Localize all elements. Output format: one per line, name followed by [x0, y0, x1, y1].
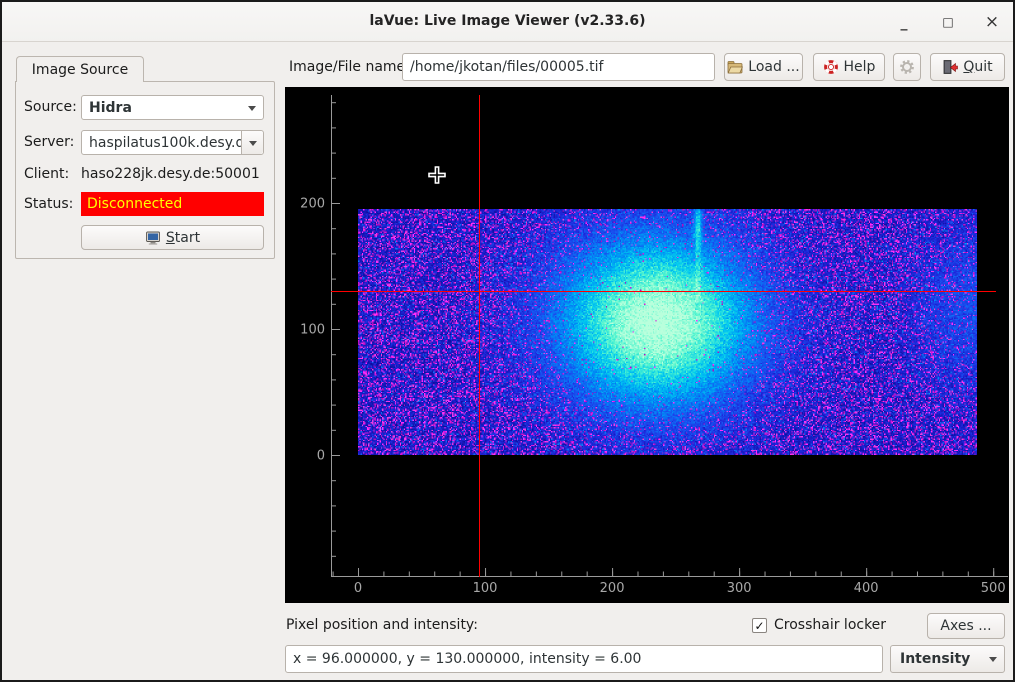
- client-label: Client:: [24, 166, 69, 182]
- minimize-button[interactable]: _: [895, 13, 913, 31]
- svg-text:0: 0: [354, 581, 362, 596]
- detector-image[interactable]: [358, 209, 977, 455]
- svg-text:200: 200: [300, 197, 325, 212]
- source-combobox[interactable]: Hidra: [81, 95, 264, 120]
- gear-icon: [899, 59, 915, 75]
- window-title: laVue: Live Image Viewer (v2.33.6): [2, 13, 1013, 29]
- status-label: Status:: [24, 196, 73, 212]
- svg-text:400: 400: [854, 581, 879, 596]
- svg-text:500: 500: [981, 581, 1006, 596]
- pixel-position-label: Pixel position and intensity:: [286, 617, 478, 633]
- image-source-panel: Source: Hidra Server: haspilatus100k.des…: [15, 81, 275, 259]
- file-name-label: Image/File name:: [289, 59, 410, 75]
- svg-text:100: 100: [300, 323, 325, 338]
- start-button-label: Start: [166, 230, 200, 246]
- check-icon: ✓: [754, 619, 764, 633]
- source-label: Source:: [24, 99, 77, 115]
- server-selected-value: haspilatus100k.desy.de: [82, 135, 241, 151]
- help-button-label: Help: [844, 59, 876, 75]
- chevron-down-icon: [982, 646, 1004, 672]
- start-button[interactable]: Start: [81, 225, 264, 250]
- quit-button-label: Quit: [963, 59, 992, 75]
- quit-button[interactable]: Quit: [930, 53, 1005, 81]
- svg-text:300: 300: [727, 581, 752, 596]
- window-controls: _ □ ×: [895, 2, 1001, 42]
- server-label: Server:: [24, 134, 74, 150]
- source-selected-value: Hidra: [82, 100, 241, 116]
- lifebuoy-help-icon: [823, 59, 839, 75]
- chevron-down-icon: [241, 96, 263, 119]
- svg-text:0: 0: [317, 449, 325, 464]
- load-button-label: Load ...: [748, 59, 799, 75]
- quit-door-icon: [942, 59, 958, 75]
- crosshair-locker-label: Crosshair locker: [774, 617, 886, 633]
- chevron-down-icon[interactable]: [241, 131, 263, 154]
- app-window: laVue: Live Image Viewer (v2.33.6) _ □ ×…: [0, 0, 1015, 682]
- intensity-selected-value: Intensity: [891, 651, 982, 667]
- load-button[interactable]: Load ...: [724, 53, 803, 81]
- pixel-position-input[interactable]: [285, 645, 883, 673]
- close-button[interactable]: ×: [983, 13, 1001, 31]
- svg-text:100: 100: [473, 581, 498, 596]
- titlebar: laVue: Live Image Viewer (v2.33.6) _ □ ×: [2, 2, 1013, 42]
- crosshair-hline[interactable]: [331, 291, 996, 292]
- monitor-icon: [145, 230, 161, 246]
- server-combobox[interactable]: haspilatus100k.desy.de: [81, 130, 264, 155]
- help-button[interactable]: Help: [813, 53, 885, 81]
- client-value: haso228jk.desy.de:50001: [81, 166, 260, 182]
- plot-area[interactable]: 0 100 200 300 400 500 0 100 200: [285, 87, 1009, 603]
- file-name-input[interactable]: [402, 53, 715, 81]
- svg-text:200: 200: [600, 581, 625, 596]
- maximize-button[interactable]: □: [939, 13, 957, 31]
- settings-button[interactable]: [893, 53, 921, 81]
- mouse-crosshair-cursor: [427, 165, 447, 185]
- status-badge: Disconnected: [81, 192, 264, 216]
- axes-button[interactable]: Axes ...: [927, 613, 1005, 639]
- crosshair-locker-checkbox[interactable]: ✓: [752, 618, 767, 633]
- intensity-scale-combobox[interactable]: Intensity: [890, 645, 1005, 673]
- tab-image-source[interactable]: Image Source: [16, 56, 144, 82]
- folder-icon: [727, 59, 743, 75]
- crosshair-vline[interactable]: [479, 95, 480, 577]
